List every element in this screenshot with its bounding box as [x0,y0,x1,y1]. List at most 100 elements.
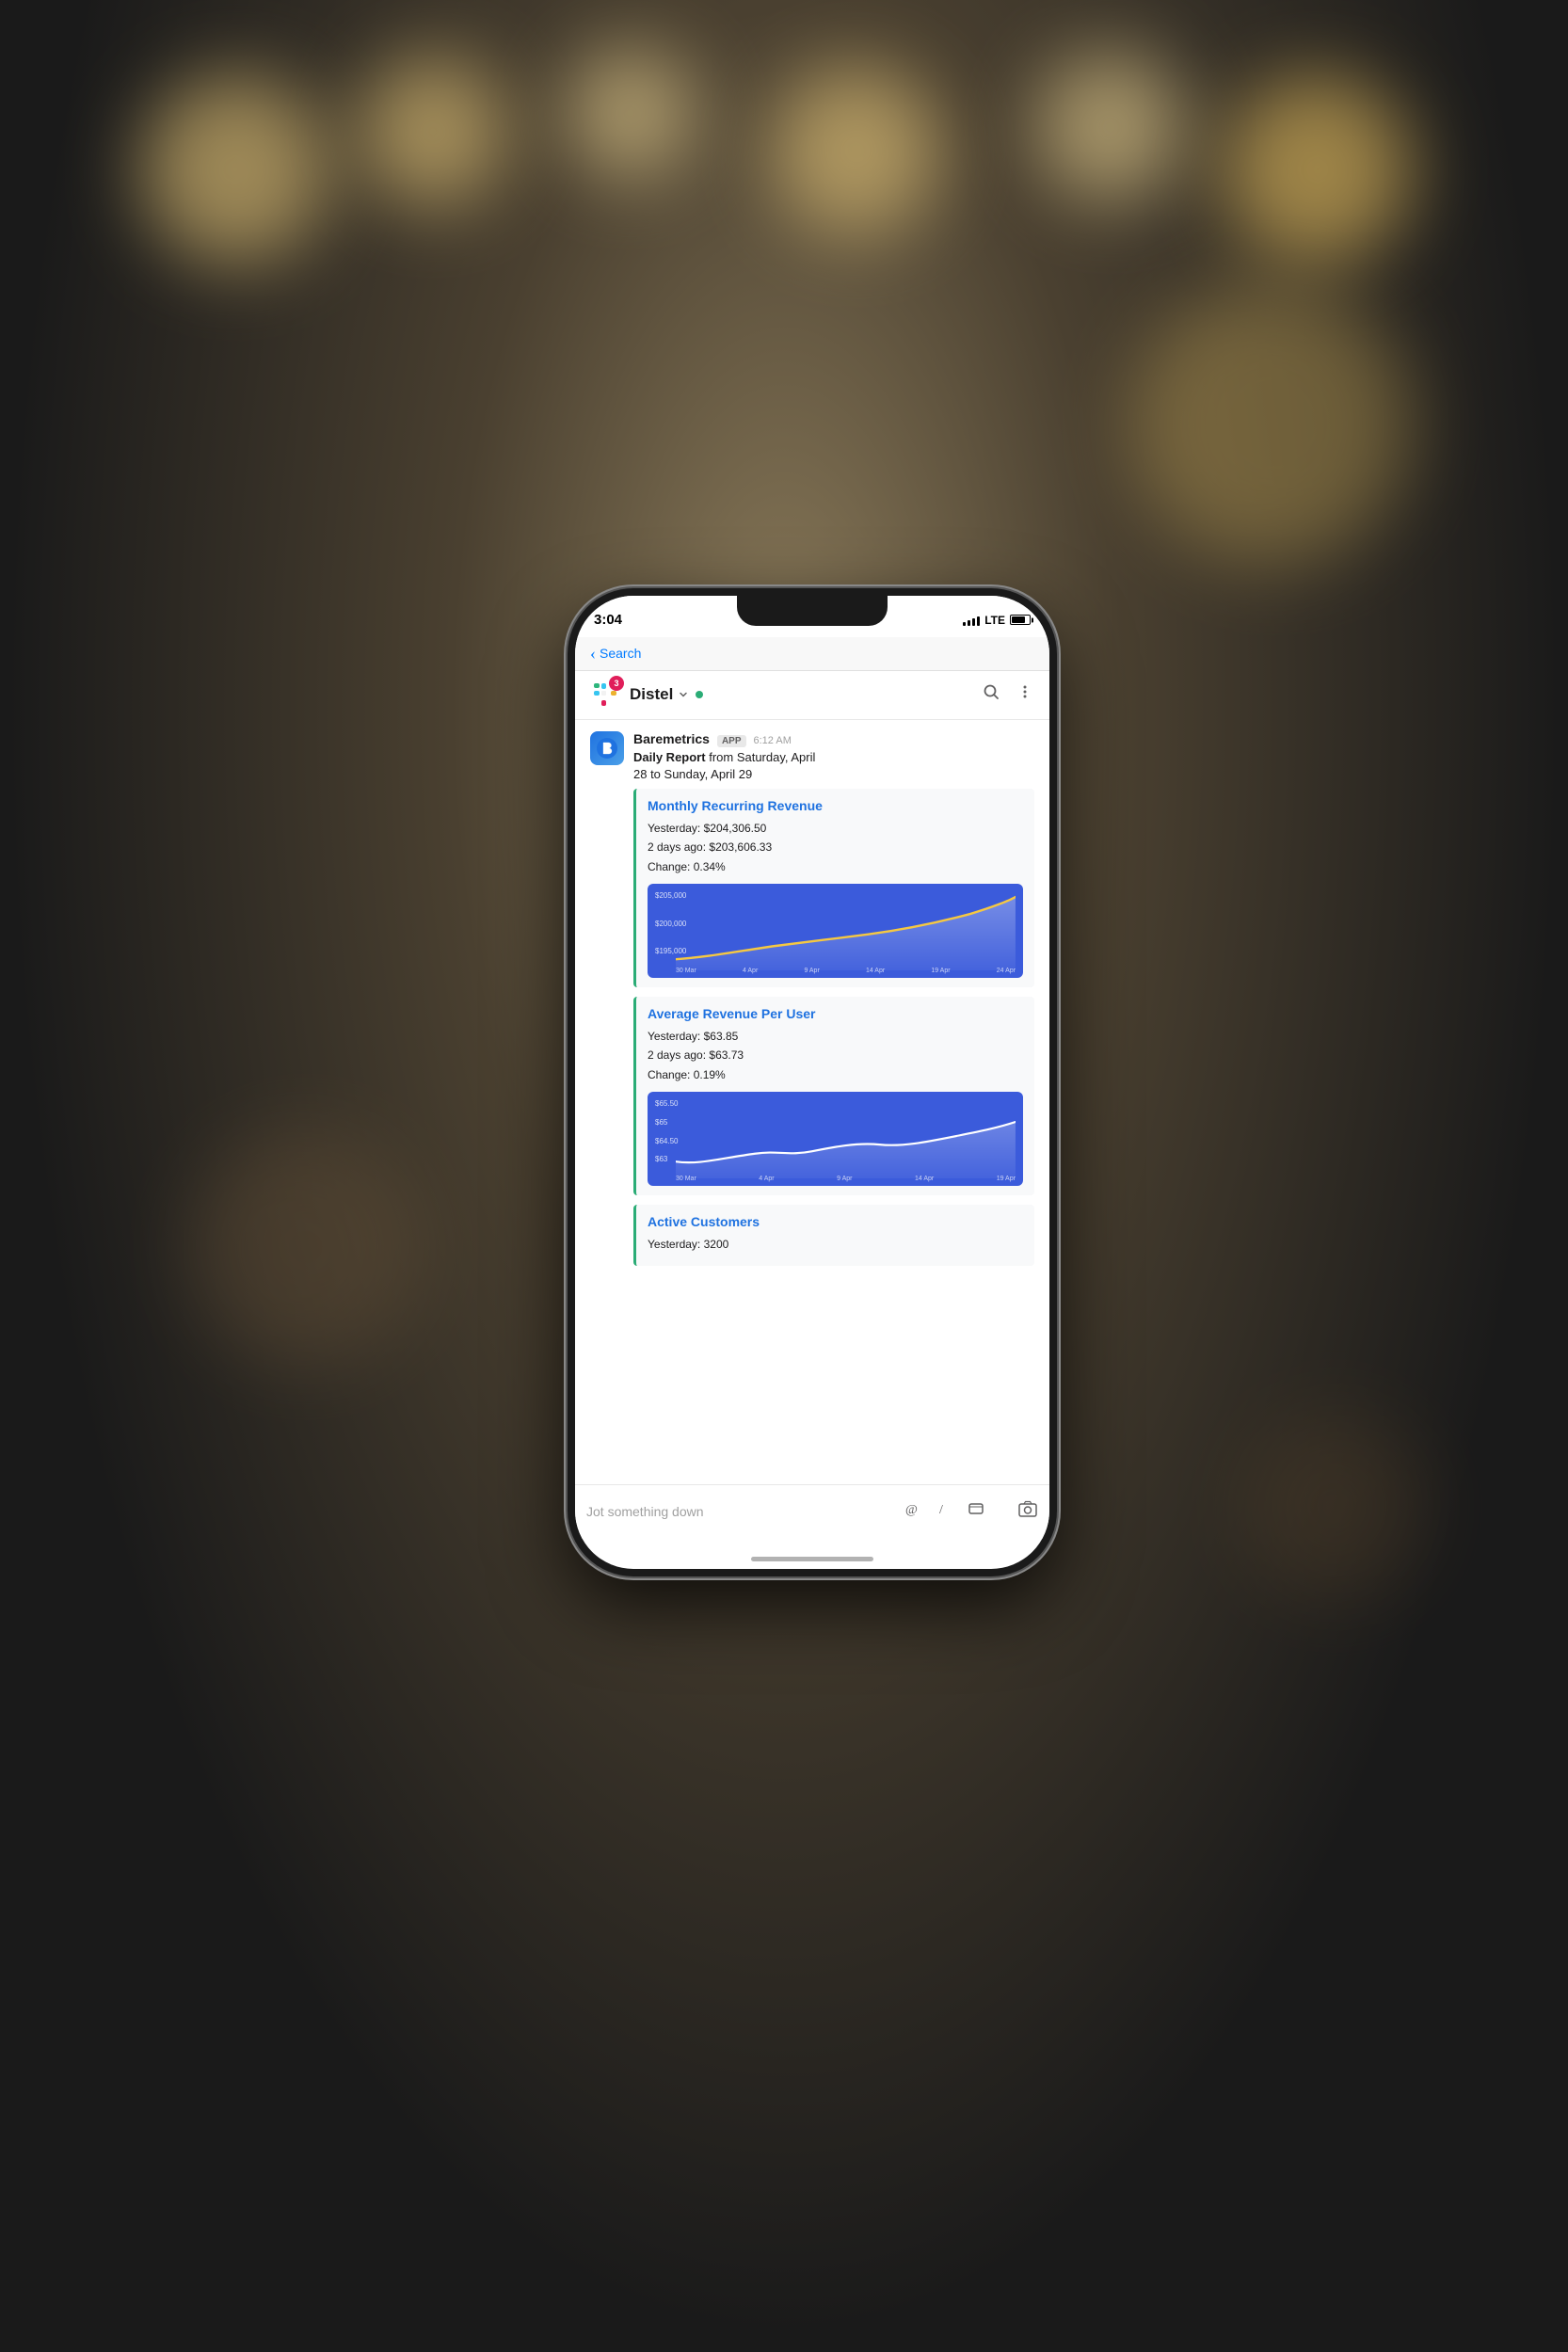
mrr-y-labels: $205,000 $200,000 $195,000 [655,891,686,955]
channel-info: 3 Distel [590,680,703,710]
status-right-icons: LTE [963,614,1031,627]
channel-name-row: Distel [630,685,703,704]
more-options-icon[interactable] [1016,682,1034,707]
mrr-x-1: 30 Mar [676,968,696,974]
mrr-twodays-label: 2 days ago: [648,840,709,854]
mrr-yesterday-value: $204,306.50 [704,822,767,835]
bokeh-light-3 [565,47,696,179]
phone-notch [737,596,888,626]
bokeh-light-4 [772,66,941,235]
mrr-stats: Yesterday: $204,306.50 2 days ago: $203,… [648,819,1023,876]
mrr-metric-card: Monthly Recurring Revenue Yesterday: $20… [633,789,1034,987]
arpu-twodays-value: $63.73 [709,1048,744,1062]
arpu-change-value: 0.19% [694,1068,726,1081]
mrr-title: Monthly Recurring Revenue [648,798,1023,813]
bokeh-light-2 [358,56,508,207]
header-actions [982,682,1034,707]
arpu-metric-card: Average Revenue Per User Yesterday: $63.… [633,997,1034,1195]
mrr-x-3: 9 Apr [804,968,819,974]
active-customers-title: Active Customers [648,1214,1023,1229]
slash-command-icon[interactable]: / [935,1499,953,1524]
arpu-x-3: 9 Apr [837,1176,852,1182]
arpu-y-labels: $65.50 $65 $64.50 $63 [655,1099,678,1163]
channel-name-text: Distel [630,685,673,704]
battery-fill [1012,616,1025,623]
bokeh-light-7 [1129,282,1412,565]
arpu-stats: Yesterday: $63.85 2 days ago: $63.73 Cha… [648,1027,1023,1084]
home-indicator [751,1557,873,1561]
daily-report-from: from Saturday, April [709,750,815,764]
arpu-yesterday-label: Yesterday: [648,1030,704,1043]
daily-report-dates: 28 to Sunday, April 29 [633,767,752,781]
input-action-buttons: @ / [903,1498,1038,1525]
baremetrics-avatar [590,731,624,765]
active-customers-yesterday-label: Yesterday: [648,1238,704,1251]
arpu-x-5: 19 Apr [997,1176,1016,1182]
signal-bar-1 [963,622,966,626]
back-text[interactable]: Search [600,646,641,661]
baremetrics-logo-svg [597,738,617,759]
mrr-x-6: 24 Apr [997,968,1016,974]
mrr-chart-svg [676,891,1016,970]
input-placeholder-text[interactable]: Jot something down [586,1504,891,1519]
mrr-x-labels: 30 Mar 4 Apr 9 Apr 14 Apr 19 Apr 24 Apr [676,968,1016,974]
phone-device: 3:04 LTE ‹ Search [568,588,1057,1576]
message-area[interactable]: Baremetrics APP 6:12 AM Daily Report fro… [575,720,1049,1484]
phone-wrapper: 3:04 LTE ‹ Search [568,588,1057,1576]
mrr-yesterday-label: Yesterday: [648,822,704,835]
slack-channel-header: 3 Distel [575,671,1049,720]
active-customers-stats: Yesterday: 3200 [648,1235,1023,1254]
at-mention-icon[interactable]: @ [903,1499,921,1524]
arpu-y-label-1: $65.50 [655,1099,678,1108]
online-status-dot [696,691,703,698]
arpu-y-label-4: $63 [655,1155,678,1163]
sender-name: Baremetrics [633,731,710,746]
phone-screen: 3:04 LTE ‹ Search [575,596,1049,1569]
bokeh-light-8 [188,1129,424,1365]
message-daily-report: Daily Report from Saturday, April 28 to … [633,749,1034,783]
lte-indicator: LTE [984,614,1005,627]
mrr-twodays-value: $203,606.33 [709,840,772,854]
mrr-x-4: 14 Apr [866,968,885,974]
mrr-change-label: Change: [648,860,694,873]
mrr-y-label-3: $195,000 [655,947,686,955]
daily-report-label: Daily Report [633,750,706,764]
mrr-chart: $205,000 $200,000 $195,000 [648,884,1023,978]
bokeh-light-5 [1035,52,1186,202]
arpu-x-labels: 30 Mar 4 Apr 9 Apr 14 Apr 19 Apr [676,1176,1016,1182]
arpu-x-2: 4 Apr [759,1176,774,1182]
app-badge: APP [717,735,746,747]
slack-notification-badge: 3 [609,676,624,691]
arpu-yesterday-value: $63.85 [704,1030,739,1043]
arpu-y-label-3: $64.50 [655,1137,678,1145]
arpu-change-label: Change: [648,1068,694,1081]
mrr-y-label-1: $205,000 [655,891,686,900]
arpu-chart: $65.50 $65 $64.50 $63 [648,1092,1023,1186]
bokeh-light-1 [141,75,329,264]
baremetrics-message: Baremetrics APP 6:12 AM Daily Report fro… [590,731,1034,1275]
attachment-icon[interactable] [967,1499,985,1524]
camera-icon[interactable] [1017,1498,1038,1525]
svg-text:@: @ [905,1503,918,1517]
arpu-twodays-label: 2 days ago: [648,1048,709,1062]
battery-icon [1010,615,1031,625]
active-customers-card: Active Customers Yesterday: 3200 [633,1205,1034,1265]
message-meta: Baremetrics APP 6:12 AM [633,731,1034,747]
dropdown-arrow-icon [679,690,688,699]
arpu-x-4: 14 Apr [915,1176,934,1182]
mrr-y-label-2: $200,000 [655,920,686,928]
message-input-bar[interactable]: Jot something down @ / [575,1484,1049,1539]
status-time: 3:04 [594,612,622,628]
svg-text:/: / [939,1503,943,1517]
arpu-title: Average Revenue Per User [648,1006,1023,1021]
signal-bar-2 [968,620,970,626]
arpu-x-1: 30 Mar [676,1176,696,1182]
arpu-chart-svg [676,1099,1016,1178]
search-icon[interactable] [982,682,1000,707]
nav-back-bar[interactable]: ‹ Search [575,637,1049,671]
slack-logo: 3 [590,680,620,710]
mrr-change-value: 0.34% [694,860,726,873]
mrr-x-5: 19 Apr [931,968,950,974]
active-customers-yesterday-value: 3200 [704,1238,729,1251]
bokeh-light-9 [1239,1412,1427,1600]
